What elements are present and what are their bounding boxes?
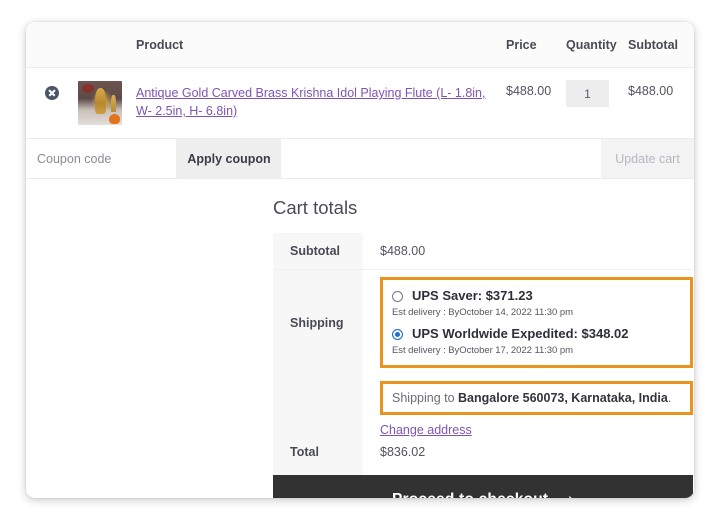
product-quantity-cell [566, 67, 628, 139]
cart-page: Product Price Quantity Subtotal Antique … [0, 0, 719, 513]
remove-item-cell [26, 67, 78, 139]
shipping-option-ups-saver-est: Est delivery : ByOctober 14, 2022 11:30 … [392, 307, 573, 318]
shipping-row: Shipping UPS Saver: $371.23 Est delivery… [273, 269, 693, 372]
product-thumbnail-cell[interactable] [78, 67, 136, 139]
column-header-subtotal: Subtotal [628, 22, 694, 68]
arrow-right-icon: ➡ [561, 493, 574, 499]
total-row: Total $836.02 [273, 437, 693, 475]
cart-card: Product Price Quantity Subtotal Antique … [26, 22, 694, 498]
shipping-to-suffix: . [667, 391, 672, 405]
column-header-thumbnail [78, 22, 136, 68]
subtotal-row: Subtotal $488.00 [273, 233, 693, 270]
product-name-cell: Antique Gold Carved Brass Krishna Idol P… [136, 67, 506, 139]
thumbnail-ornament-detail [111, 95, 116, 112]
thumbnail-idol-figure [95, 88, 106, 114]
cart-items-table: Product Price Quantity Subtotal Antique … [26, 22, 694, 139]
coupon-row: Apply coupon Update cart [26, 139, 694, 179]
product-thumbnail-image[interactable] [78, 81, 122, 125]
column-header-product: Product [136, 22, 506, 68]
shipping-to-prefix: Shipping to [392, 391, 459, 405]
table-row: Antique Gold Carved Brass Krishna Idol P… [26, 67, 694, 139]
subtotal-value: $488.00 [363, 233, 693, 270]
subtotal-label: Subtotal [273, 233, 363, 270]
radio-icon-ups-saver[interactable] [392, 290, 403, 302]
product-price-cell: $488.00 [506, 67, 566, 139]
thumbnail-flower-detail [82, 84, 94, 93]
remove-circle-icon[interactable] [45, 86, 59, 100]
coupon-code-input[interactable] [26, 139, 177, 178]
shipping-to-highlight-box: Shipping to Bangalore 560073, Karnataka,… [380, 381, 693, 415]
cart-totals-section: Cart totals Subtotal $488.00 Shipping UP… [26, 179, 694, 498]
shipping-option-ups-worldwide-expedited-est: Est delivery : ByOctober 17, 2022 11:30 … [392, 345, 573, 356]
product-name-link[interactable]: Antique Gold Carved Brass Krishna Idol P… [136, 84, 506, 120]
shipping-options-highlight-box: UPS Saver: $371.23 Est delivery : ByOcto… [380, 277, 693, 368]
checkout-button-wrap: Proceed to checkout ➡ [273, 475, 693, 498]
total-label: Total [273, 437, 363, 475]
column-header-quantity: Quantity [566, 22, 628, 68]
proceed-to-checkout-label: Proceed to checkout [392, 491, 548, 498]
total-value: $836.02 [380, 445, 426, 459]
shipping-option-ups-worldwide-expedited-label: UPS Worldwide Expedited: $348.02 [412, 326, 629, 341]
thumbnail-marigold-detail [109, 114, 120, 124]
shipping-option-ups-worldwide-expedited[interactable]: UPS Worldwide Expedited: $348.02 [392, 325, 681, 343]
update-cart-button[interactable]: Update cart [601, 139, 694, 178]
proceed-to-checkout-button[interactable]: Proceed to checkout ➡ [273, 475, 693, 498]
column-header-price: Price [506, 22, 566, 68]
cart-table-header-row: Product Price Quantity Subtotal [26, 22, 694, 68]
shipping-to-address: Bangalore 560073, Karnataka, India [458, 391, 668, 405]
cart-totals-table: Subtotal $488.00 Shipping UPS Saver: $37… [273, 233, 693, 475]
shipping-label: Shipping [273, 269, 363, 371]
change-address-link[interactable]: Change address [380, 423, 472, 437]
shipping-option-ups-saver[interactable]: UPS Saver: $371.23 [392, 287, 681, 305]
product-subtotal-cell: $488.00 [628, 67, 694, 139]
shipping-option-ups-saver-label: UPS Saver: $371.23 [412, 288, 533, 303]
quantity-input[interactable] [566, 80, 609, 107]
shipping-address-row: Shipping to Bangalore 560073, Karnataka,… [273, 371, 693, 437]
radio-icon-ups-worldwide-expedited[interactable] [392, 328, 403, 340]
column-header-remove [26, 22, 78, 68]
coupon-row-spacer [281, 139, 601, 178]
shipping-options-cell: UPS Saver: $371.23 Est delivery : ByOcto… [363, 270, 693, 372]
shipping-address-cell: Shipping to Bangalore 560073, Karnataka,… [363, 371, 693, 437]
shipping-address-row-spacer [273, 371, 363, 437]
apply-coupon-button[interactable]: Apply coupon [177, 139, 281, 178]
cart-totals-title: Cart totals [273, 197, 358, 218]
